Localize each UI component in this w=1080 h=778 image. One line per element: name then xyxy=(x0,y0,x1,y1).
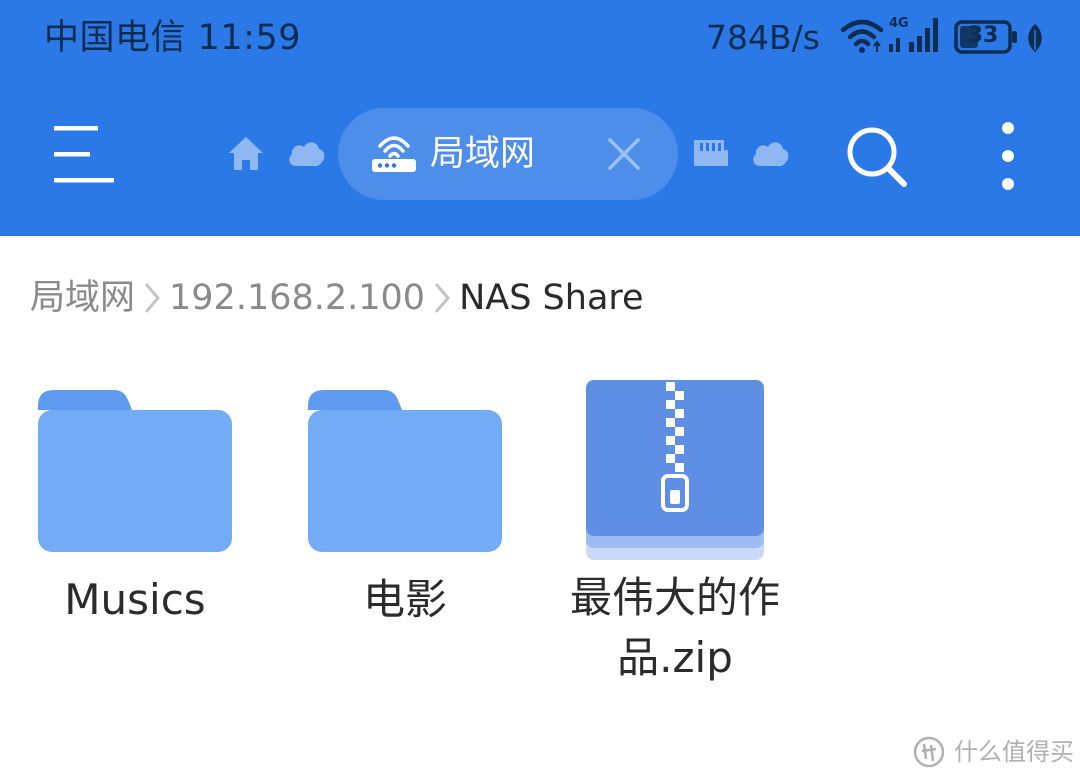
cloud-icon[interactable] xyxy=(750,136,790,170)
breadcrumb-item-host[interactable]: 192.168.2.100 xyxy=(169,270,425,326)
tab-lan-label: 局域网 xyxy=(430,134,536,174)
file-manager-screen: 中国电信 11:59 784B/s 4G 33 局域网 局域网 192.168.… xyxy=(0,0,1080,778)
cloud-icon[interactable] xyxy=(286,136,326,170)
folder-icon xyxy=(38,390,232,552)
app-header: 中国电信 11:59 784B/s 4G 33 局域网 xyxy=(0,0,1080,236)
wifi-icon xyxy=(840,19,884,53)
close-icon[interactable] xyxy=(604,134,644,174)
tab-lan[interactable]: 局域网 xyxy=(338,108,678,200)
zip-archive-icon xyxy=(586,380,764,560)
folder-icon xyxy=(308,390,502,552)
watermark-logo-icon xyxy=(913,736,945,768)
breadcrumb-item-current: NAS Share xyxy=(459,278,644,318)
file-item-movie[interactable]: 电影 xyxy=(300,380,510,640)
hamburger-menu-icon[interactable] xyxy=(42,118,126,192)
battery-level: 33 xyxy=(967,23,999,48)
carrier-and-time: 中国电信 11:59 xyxy=(44,18,301,58)
file-item-musics[interactable]: Musics xyxy=(30,380,240,640)
toolbar: 局域网 xyxy=(0,78,1080,236)
breadcrumb-item-lan[interactable]: 局域网 xyxy=(30,270,135,326)
cellular-signal-icon: 4G xyxy=(889,16,938,52)
more-vertical-icon[interactable] xyxy=(988,118,1028,194)
home-icon[interactable] xyxy=(226,134,266,174)
watermark-text: 什么值得买 xyxy=(954,738,1074,766)
router-icon xyxy=(372,136,416,172)
breadcrumb: 局域网 192.168.2.100 NAS Share xyxy=(30,270,644,326)
search-icon[interactable] xyxy=(842,124,912,190)
network-speed: 784B/s xyxy=(706,18,820,57)
file-name: 电影 xyxy=(362,575,447,624)
chevron-right-icon xyxy=(434,283,451,313)
power-saving-leaf-icon xyxy=(1028,24,1042,52)
sd-card-icon[interactable] xyxy=(692,138,730,168)
status-bar: 中国电信 11:59 784B/s 4G 33 xyxy=(0,0,1080,78)
watermark: 什么值得买 xyxy=(912,732,1074,772)
file-name: Musics xyxy=(64,575,206,624)
file-name: 最伟大的作品.zip xyxy=(569,573,780,682)
network-type-label: 4G xyxy=(889,16,909,31)
chevron-right-icon xyxy=(144,283,160,313)
file-item-zip[interactable]: 最伟大的作品.zip xyxy=(555,370,795,700)
